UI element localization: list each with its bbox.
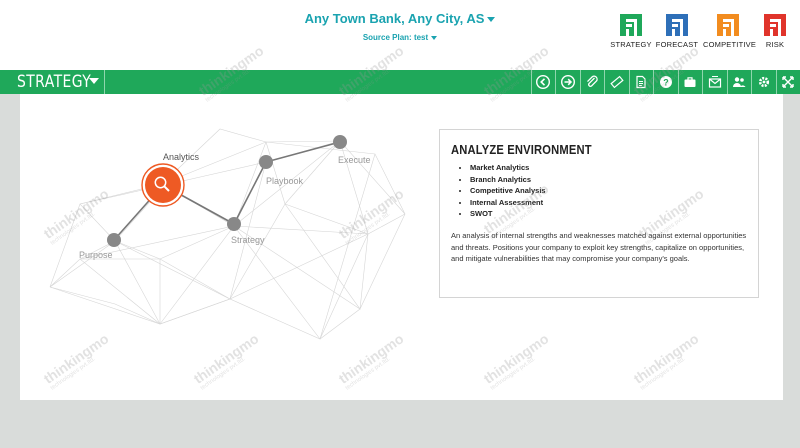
document-icon xyxy=(636,75,646,89)
settings-button[interactable] xyxy=(751,70,776,94)
list-item[interactable]: SWOT xyxy=(470,208,546,220)
briefcase-button[interactable] xyxy=(677,70,703,94)
module-dropdown-toggle[interactable] xyxy=(89,78,99,84)
list-item[interactable]: Internal Assessment xyxy=(470,197,546,209)
playbook-node[interactable] xyxy=(259,155,273,169)
main-panel: Analytics Playbook Execute Strategy Purp… xyxy=(20,94,783,400)
module-competitive[interactable]: COMPETITIVE xyxy=(703,14,756,49)
module-title: STRATEGY xyxy=(17,72,92,92)
expand-button[interactable] xyxy=(775,70,800,94)
list-item[interactable]: Competitive Analysis xyxy=(470,185,546,197)
expand-icon xyxy=(782,76,794,88)
list-item[interactable]: Market Analytics xyxy=(470,162,546,174)
paperclip-icon xyxy=(587,75,598,87)
ruler-icon xyxy=(610,75,624,89)
back-button[interactable] xyxy=(530,70,556,94)
strategy-node[interactable] xyxy=(227,217,241,231)
list-item[interactable]: Branch Analytics xyxy=(470,174,546,186)
risk-icon xyxy=(764,14,786,36)
forward-arrow-icon xyxy=(560,75,575,89)
chevron-down-icon xyxy=(431,35,438,40)
node-label-purpose: Purpose xyxy=(79,250,113,260)
card-item-list: Market Analytics Branch Analytics Compet… xyxy=(458,162,546,220)
gear-icon xyxy=(758,76,769,88)
forward-button[interactable] xyxy=(555,70,580,94)
card-title: ANALYZE ENVIRONMENT xyxy=(451,142,592,157)
strategy-icon xyxy=(620,14,642,36)
users-icon xyxy=(733,77,746,87)
app-header: Any Town Bank, Any City, AS Source Plan:… xyxy=(0,0,800,70)
attachments-button[interactable] xyxy=(579,70,605,94)
help-button[interactable]: ? xyxy=(653,70,678,94)
chevron-down-icon xyxy=(487,17,496,23)
purpose-node[interactable] xyxy=(107,233,121,247)
node-label-playbook: Playbook xyxy=(266,176,304,186)
briefcase-icon xyxy=(684,77,696,87)
module-strategy[interactable]: STRATEGY xyxy=(606,14,656,49)
competitive-icon xyxy=(717,14,739,36)
toolbar: ? xyxy=(530,70,800,94)
users-button[interactable] xyxy=(726,70,752,94)
analytics-node[interactable] xyxy=(141,163,185,207)
document-button[interactable] xyxy=(628,70,654,94)
execute-node[interactable] xyxy=(333,135,347,149)
node-label-analytics: Analytics xyxy=(163,152,200,162)
measure-button[interactable] xyxy=(604,70,629,94)
mail-icon xyxy=(708,76,721,88)
strategy-network-diagram xyxy=(49,128,406,340)
back-arrow-icon xyxy=(536,75,551,89)
node-label-strategy: Strategy xyxy=(231,235,265,245)
analyze-environment-card: ANALYZE ENVIRONMENT Market Analytics Bra… xyxy=(439,129,759,298)
question-icon: ? xyxy=(659,76,672,88)
divider xyxy=(104,70,105,94)
module-forecast[interactable]: FORECAST xyxy=(652,14,702,49)
card-description: An analysis of internal strengths and we… xyxy=(451,231,747,263)
module-navbar: STRATEGY ? xyxy=(0,70,800,94)
module-risk[interactable]: RISK xyxy=(750,14,800,49)
forecast-icon xyxy=(666,14,688,36)
node-label-execute: Execute xyxy=(338,155,371,165)
svg-text:?: ? xyxy=(663,77,669,87)
mail-button[interactable] xyxy=(702,70,727,94)
